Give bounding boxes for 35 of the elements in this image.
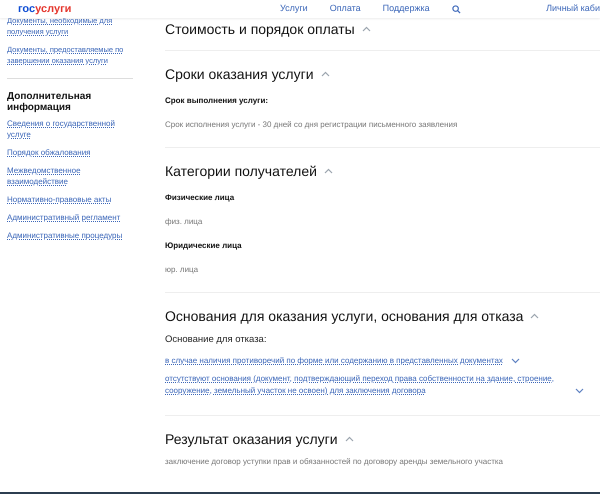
section-title[interactable]: Основания для оказания услуги, основания для отказа — [165, 307, 524, 325]
field-label: Юридические лица — [165, 240, 243, 252]
section-title[interactable]: Результат оказания услуги — [165, 430, 338, 448]
chevron-down-icon[interactable] — [575, 388, 584, 394]
reason-link[interactable]: отсутствуют основания (документ, подтверждающий переход права собственности на здание, строение, сооружение, земельный участок не освоен) для заключения договора — [165, 373, 567, 398]
sidebar-link[interactable]: Административные процедуры — [7, 230, 133, 241]
sidebar-link[interactable]: Порядок обжалования — [7, 147, 133, 158]
field-value: Срок исполнения услуги - 30 дней со дня регистрации письменного заявления — [165, 119, 458, 131]
chevron-up-icon[interactable] — [320, 71, 330, 77]
chevron-down-icon[interactable] — [510, 358, 520, 364]
chevron-up-icon[interactable] — [530, 313, 540, 319]
section-title[interactable]: Категории получателей — [165, 162, 317, 180]
nav-link[interactable]: Услуги — [280, 2, 308, 16]
chevron-up-icon[interactable] — [362, 26, 371, 32]
subheading: Основание для отказа: — [165, 333, 268, 347]
section-title[interactable]: Сроки оказания услуги — [165, 65, 314, 83]
section-title[interactable]: Стоимость и порядок оплаты — [165, 20, 355, 38]
chevron-up-icon[interactable] — [324, 168, 333, 174]
sidebar-link[interactable]: Сведения о государственной услуге — [7, 118, 133, 140]
chevron-up-icon[interactable] — [344, 436, 354, 442]
sidebar-link[interactable]: Межведомственное взаимодействие — [7, 165, 133, 187]
sidebar-heading: Дополнительная информация — [7, 91, 92, 113]
reason-link[interactable]: в случае наличия противоречий по форме или содержанию в представленных документах — [165, 355, 503, 368]
nav-link[interactable]: Оплата — [330, 2, 361, 16]
sidebar-link[interactable]: Нормативно-правовые акты — [7, 194, 133, 205]
logo[interactable]: госуслуги — [18, 0, 258, 18]
search-icon[interactable] — [452, 4, 461, 14]
nav-link[interactable]: Поддержка — [382, 2, 430, 16]
field-value: физ. лица — [165, 216, 204, 228]
field-value: юр. лица — [165, 264, 200, 276]
sidebar-link[interactable]: Административный регламент — [7, 212, 133, 223]
field-label: Срок выполнения услуги: — [165, 95, 270, 107]
account-link[interactable]: Личный каби — [546, 2, 600, 16]
field-value: заключение договор уступки прав и обязанностей по договору аренды земельного участка — [165, 456, 504, 468]
field-label: Физические лица — [165, 192, 236, 204]
